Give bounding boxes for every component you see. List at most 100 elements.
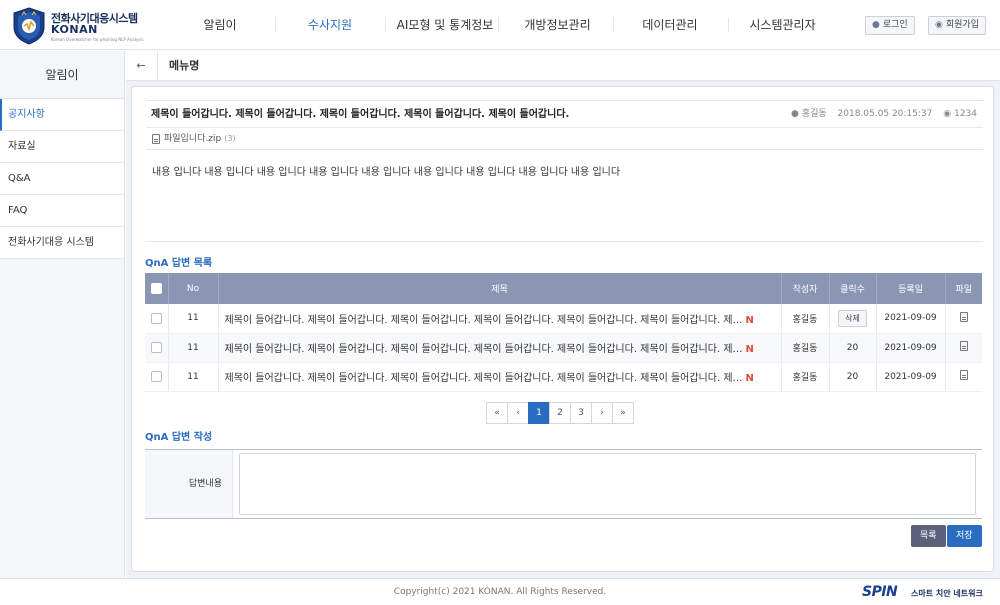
file-icon[interactable] — [959, 311, 968, 322]
answer-label: 답변내용 — [145, 450, 233, 518]
sidebar-item-faq[interactable]: FAQ — [0, 195, 124, 227]
row-author: 홍길동 — [781, 304, 830, 334]
sidebar-title: 알림이 — [0, 51, 124, 99]
answer-textarea[interactable] — [239, 453, 976, 515]
post-views: 1234 — [954, 109, 977, 119]
pagination: « ‹ 1 2 3 › » — [486, 402, 634, 424]
post-meta: ● 홍길동 2018.05.05 20:15:37 ◉ 1234 — [783, 101, 977, 128]
row-title[interactable]: 제목이 들어갑니다. 제목이 들어갑니다. 제목이 들어갑니다. 제목이 들어갑… — [225, 344, 743, 355]
content-panel: 제목이 들어갑니다. 제목이 들어갑니다. 제목이 들어갑니다. 제목이 들어갑… — [131, 86, 994, 572]
answer-form: 답변내용 — [145, 449, 982, 519]
new-badge: N — [745, 344, 754, 355]
user-circle-icon: ◉ — [935, 20, 943, 30]
save-button[interactable]: 저장 — [947, 525, 982, 547]
spin-logo-subtitle: 스마트 치안 네트워크 — [911, 589, 983, 598]
nav-item-admin[interactable]: 시스템관리자 — [740, 0, 825, 50]
first-page-button[interactable]: « — [486, 402, 508, 424]
logo-name: KONAN — [51, 23, 98, 36]
row-date: 2021-09-09 — [876, 362, 946, 392]
row-no: 11 — [168, 362, 219, 392]
login-button[interactable]: ● 로그인 — [865, 16, 915, 35]
breadcrumb: ← 메뉴명 — [126, 51, 1000, 81]
column-header-file: 파일 — [945, 273, 982, 304]
new-badge: N — [745, 373, 754, 384]
delete-button[interactable]: 삭제 — [838, 309, 867, 327]
sidebar-item-qna[interactable]: Q&A — [0, 163, 124, 195]
nav-item-open-info[interactable]: 개방정보관리 — [510, 0, 605, 50]
post-author: 홍길동 — [801, 109, 827, 119]
post-date: 2018.05.05 20:15:37 — [837, 109, 933, 119]
row-title-cell[interactable]: 제목이 들어갑니다. 제목이 들어갑니다. 제목이 들어갑니다. 제목이 들어갑… — [218, 362, 782, 392]
row-file-cell — [945, 304, 982, 334]
sidebar-item-notice[interactable]: 공지사항 — [0, 99, 124, 131]
next-page-button[interactable]: › — [591, 402, 613, 424]
last-page-button[interactable]: » — [612, 402, 634, 424]
table-row[interactable]: 11 제목이 들어갑니다. 제목이 들어갑니다. 제목이 들어갑니다. 제목이 … — [145, 333, 982, 363]
row-date: 2021-09-09 — [876, 304, 946, 334]
row-title-cell[interactable]: 제목이 들어갑니다. 제목이 들어갑니다. 제목이 들어갑니다. 제목이 들어갑… — [218, 333, 782, 363]
shield-logo-icon — [13, 7, 45, 45]
row-no: 11 — [168, 304, 219, 334]
user-icon: ● — [790, 109, 799, 119]
nav-item-data[interactable]: 데이터관리 — [630, 0, 710, 50]
post-body: 내용 입니다 내용 입니다 내용 입니다 내용 입니다 내용 입니다 내용 입니… — [146, 150, 983, 242]
table-header-row: No 제목 작성자 클릭수 등록일 파일 — [145, 273, 982, 304]
row-file-cell — [945, 333, 982, 363]
nav-item-investigation[interactable]: 수사지원 — [300, 0, 360, 50]
post-header: 제목이 들어갑니다. 제목이 들어갑니다. 제목이 들어갑니다. 제목이 들어갑… — [146, 100, 983, 128]
column-header-clicks: 클릭수 — [829, 273, 877, 304]
row-title[interactable]: 제목이 들어갑니다. 제목이 들어갑니다. 제목이 들어갑니다. 제목이 들어갑… — [225, 373, 743, 384]
attachment-count: (3) — [224, 134, 236, 143]
main-content: ← 메뉴명 제목이 들어갑니다. 제목이 들어갑니다. 제목이 들어갑니다. 제… — [126, 51, 1000, 578]
column-header-no: No — [168, 273, 219, 304]
sidebar-item-archive[interactable]: 자료실 — [0, 131, 124, 163]
file-icon[interactable] — [959, 370, 968, 380]
signup-button[interactable]: ◉ 회원가입 — [928, 16, 986, 35]
nav-divider — [498, 18, 499, 32]
main-nav: 알림이 수사지원 AI모형 및 통계정보 개방정보관리 데이터관리 시스템관리자 — [160, 0, 840, 50]
row-clicks: 20 — [829, 362, 877, 392]
sidebar-item-fraud-system[interactable]: 전화사기대응 시스템 — [0, 227, 124, 259]
nav-divider — [385, 18, 386, 32]
prev-page-button[interactable]: ‹ — [507, 402, 529, 424]
row-file-cell — [945, 362, 982, 392]
column-header-date: 등록일 — [876, 273, 946, 304]
table-row[interactable]: 11 제목이 들어갑니다. 제목이 들어갑니다. 제목이 들어갑니다. 제목이 … — [145, 304, 982, 334]
nav-divider — [728, 18, 729, 32]
select-all-checkbox[interactable] — [150, 283, 162, 294]
column-header-author: 작성자 — [781, 273, 830, 304]
nav-item-ai-stats[interactable]: AI모형 및 통계정보 — [395, 0, 495, 50]
row-date: 2021-09-09 — [876, 333, 946, 363]
row-checkbox[interactable] — [150, 371, 162, 382]
eye-icon: ◉ — [943, 109, 952, 119]
page-button-1[interactable]: 1 — [528, 402, 550, 424]
nav-item-alerts[interactable]: 알림이 — [190, 0, 250, 50]
answers-section-title: QnA 답변 목록 — [145, 258, 213, 269]
login-label: 로그인 — [882, 20, 908, 30]
row-author: 홍길동 — [781, 333, 830, 363]
page-title: 메뉴명 — [169, 59, 200, 72]
row-author: 홍길동 — [781, 362, 830, 392]
new-badge: N — [745, 314, 754, 326]
file-icon — [152, 133, 160, 144]
answers-table: No 제목 작성자 클릭수 등록일 파일 11 제목이 들어갑니다. 제목이 들… — [145, 273, 982, 392]
nav-divider — [275, 18, 276, 32]
arrow-left-icon[interactable]: ← — [134, 59, 148, 73]
logo[interactable]: 전화사기대응시스템 KONAN Korean Overwatcher for p… — [12, 7, 152, 45]
sidebar: 알림이 공지사항 자료실 Q&A FAQ 전화사기대응 시스템 — [0, 51, 125, 578]
nav-divider — [613, 18, 614, 32]
page-button-3[interactable]: 3 — [570, 402, 592, 424]
row-title[interactable]: 제목이 들어갑니다. 제목이 들어갑니다. 제목이 들어갑니다. 제목이 들어갑… — [225, 315, 743, 326]
row-title-cell[interactable]: 제목이 들어갑니다. 제목이 들어갑니다. 제목이 들어갑니다. 제목이 들어갑… — [218, 304, 782, 334]
row-clicks-cell: 삭제 — [829, 304, 877, 334]
attachment-link[interactable]: 파일입니다.zip — [164, 134, 221, 144]
page-button-2[interactable]: 2 — [549, 402, 571, 424]
footer: Copyright(c) 2021 KONAN. All Rights Rese… — [0, 578, 1000, 605]
row-checkbox[interactable] — [150, 312, 162, 324]
signup-label: 회원가입 — [945, 20, 979, 30]
file-icon[interactable] — [959, 341, 968, 351]
table-row[interactable]: 11 제목이 들어갑니다. 제목이 들어갑니다. 제목이 들어갑니다. 제목이 … — [145, 362, 982, 392]
list-button[interactable]: 목록 — [911, 525, 946, 547]
row-checkbox[interactable] — [150, 342, 162, 353]
post-title: 제목이 들어갑니다. 제목이 들어갑니다. 제목이 들어갑니다. 제목이 들어갑… — [151, 109, 570, 120]
